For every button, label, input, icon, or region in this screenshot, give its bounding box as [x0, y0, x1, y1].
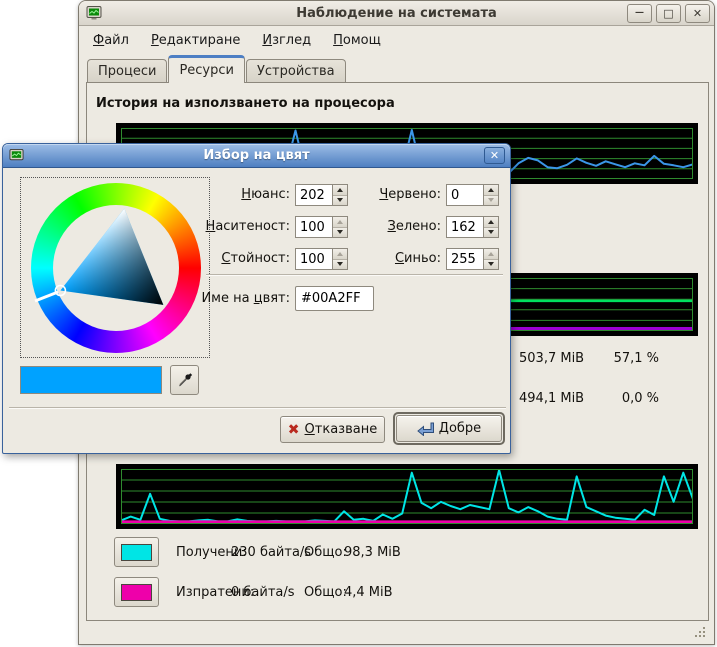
- dialog-title: Избор на цвят: [3, 148, 510, 163]
- close-button[interactable]: ✕: [685, 4, 710, 23]
- dialog-close-button[interactable]: ✕: [484, 147, 505, 164]
- blue-label: Синьо:: [363, 251, 441, 266]
- hue-label: Нюанс:: [203, 187, 290, 202]
- tab-processes[interactable]: Процеси: [87, 59, 167, 83]
- received-total-label: Общо:: [304, 545, 347, 560]
- system-monitor-icon: [86, 5, 102, 21]
- red-input[interactable]: [446, 184, 483, 206]
- color-picker-dialog: Избор на цвят ✕: [2, 143, 511, 454]
- menu-file[interactable]: Файл: [85, 31, 137, 50]
- tab-devices[interactable]: Устройства: [246, 59, 346, 83]
- button-separator: [9, 407, 506, 409]
- ok-button[interactable]: Добре: [396, 415, 502, 442]
- value-down-arrow[interactable]: [333, 260, 347, 270]
- sent-total-label: Общо:: [304, 585, 347, 600]
- red-down-arrow[interactable]: [484, 196, 498, 206]
- menu-view[interactable]: Изглед: [254, 31, 319, 50]
- green-down-arrow[interactable]: [484, 228, 498, 238]
- received-color-button[interactable]: [114, 537, 159, 567]
- hsv-triangle[interactable]: [21, 178, 211, 358]
- dialog-titlebar[interactable]: Избор на цвят ✕: [3, 144, 510, 168]
- blue-up-arrow[interactable]: [484, 249, 498, 260]
- fields-separator: [206, 274, 503, 276]
- eyedropper-icon: [177, 372, 193, 388]
- hue-spinbox: [295, 184, 348, 206]
- close-icon: ✕: [693, 8, 702, 19]
- color-wheel-area: [20, 177, 210, 358]
- hue-input[interactable]: [295, 184, 332, 206]
- value-spinbox: [295, 248, 348, 270]
- red-label: Червено:: [363, 187, 441, 202]
- sent-rate: 0 байта/s: [231, 585, 295, 600]
- dialog-icon: [9, 148, 24, 163]
- green-input[interactable]: [446, 216, 483, 238]
- swap-amount: 494,1 MiB: [519, 391, 584, 406]
- current-color-swatch: [20, 366, 162, 394]
- hue-marker[interactable]: [35, 292, 58, 301]
- sent-color-swatch: [121, 584, 152, 601]
- menu-edit[interactable]: Редактиране: [143, 31, 248, 50]
- tab-resources[interactable]: Ресурси: [168, 55, 245, 83]
- saturation-down-arrow[interactable]: [333, 228, 347, 238]
- received-rate: 230 байта/s: [231, 545, 311, 560]
- blue-spinbox: [446, 248, 499, 270]
- main-titlebar[interactable]: Наблюдение на системата — □ ✕: [79, 1, 714, 26]
- network-history-chart: [116, 464, 698, 529]
- sent-color-button[interactable]: [114, 577, 159, 607]
- received-total: 98,3 MiB: [344, 545, 401, 560]
- menubar: Файл Редактиране Изглед Помощ: [85, 28, 389, 52]
- value-input[interactable]: [295, 248, 332, 270]
- cancel-icon: ✖: [288, 423, 300, 437]
- received-color-swatch: [121, 544, 152, 561]
- ok-return-arrow-icon: [417, 422, 434, 436]
- saturation-spinbox: [295, 216, 348, 238]
- color-name-input[interactable]: [295, 286, 374, 311]
- red-up-arrow[interactable]: [484, 185, 498, 196]
- eyedropper-button[interactable]: [170, 365, 199, 395]
- hue-up-arrow[interactable]: [333, 185, 347, 196]
- minimize-button[interactable]: —: [627, 4, 652, 23]
- memory-percent: 57,1 %: [579, 351, 659, 366]
- maximize-button[interactable]: □: [656, 4, 681, 23]
- hue-down-arrow[interactable]: [333, 196, 347, 206]
- ok-button-focus-ring: Добре: [393, 412, 505, 445]
- maximize-icon: □: [663, 8, 673, 19]
- minimize-icon: —: [635, 9, 644, 18]
- tab-bar: Процеси Ресурси Устройства: [87, 56, 347, 83]
- menu-help[interactable]: Помощ: [325, 31, 389, 50]
- green-label: Зелено:: [363, 219, 441, 234]
- sent-total: 4,4 MiB: [344, 585, 393, 600]
- window-title: Наблюдение на системата: [79, 6, 714, 21]
- saturation-up-arrow[interactable]: [333, 217, 347, 228]
- cpu-history-heading: История на използването на процесора: [96, 96, 395, 111]
- value-label: Стойност:: [203, 251, 290, 266]
- green-spinbox: [446, 216, 499, 238]
- value-up-arrow[interactable]: [333, 249, 347, 260]
- blue-input[interactable]: [446, 248, 483, 270]
- blue-down-arrow[interactable]: [484, 260, 498, 270]
- saturation-input[interactable]: [295, 216, 332, 238]
- resize-grip[interactable]: [694, 626, 707, 639]
- network-history-plot: [121, 469, 693, 524]
- green-up-arrow[interactable]: [484, 217, 498, 228]
- color-name-label: Име на цвят:: [183, 291, 290, 306]
- memory-amount: 503,7 MiB: [519, 351, 584, 366]
- status-bar: [80, 621, 713, 644]
- swap-percent: 0,0 %: [579, 391, 659, 406]
- dialog-close-icon: ✕: [490, 149, 499, 162]
- red-spinbox: [446, 184, 499, 206]
- cancel-button[interactable]: ✖ Отказване: [280, 416, 385, 443]
- saturation-label: Наситеност:: [203, 219, 290, 234]
